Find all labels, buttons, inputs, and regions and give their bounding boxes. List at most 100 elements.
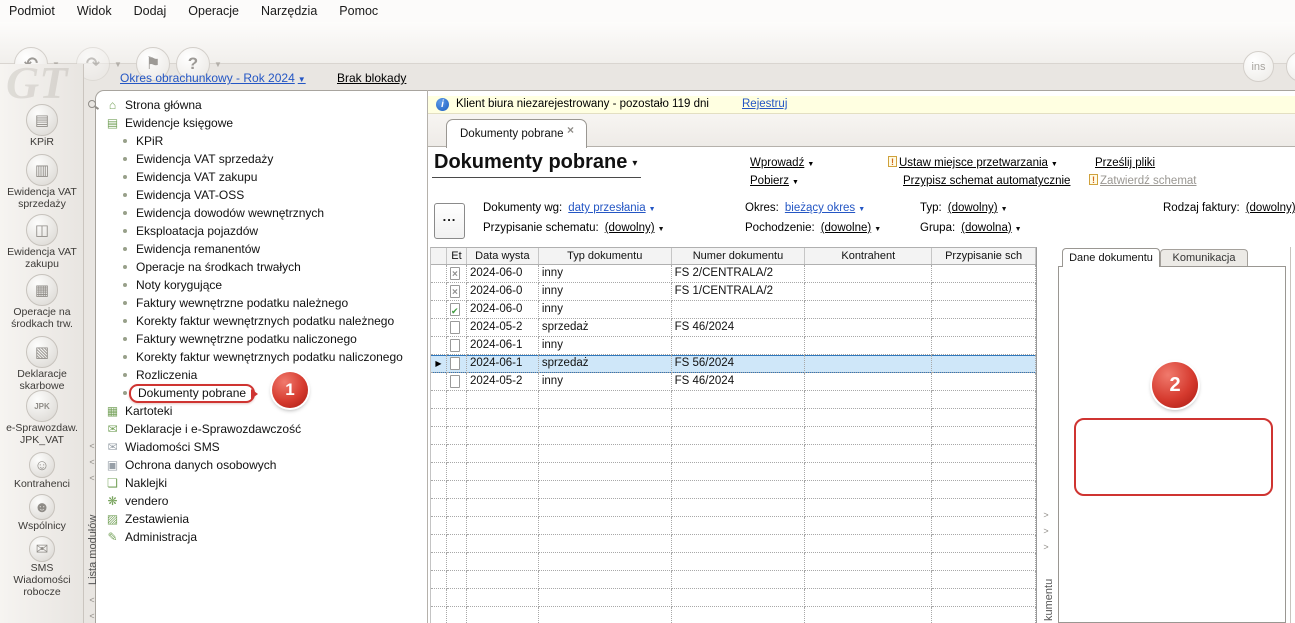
forward-dropdown-caret-icon[interactable]: ▼ — [114, 60, 122, 69]
table-row[interactable]: 2024-05-2innyFS 46/2024 — [431, 373, 1036, 391]
tree-item-7[interactable]: Eksploatacja pojazdów — [100, 222, 426, 240]
menu-item-5[interactable]: Pomoc — [339, 4, 378, 18]
tree-item-1[interactable]: ▤Ewidencje księgowe — [100, 114, 426, 132]
menu-item-0[interactable]: Podmiot — [9, 4, 55, 18]
collapse-left-icon[interactable]: < — [86, 473, 98, 483]
tree-item-24[interactable]: ✎Administracja — [100, 528, 426, 546]
tree-item-22[interactable]: ❋vendero — [100, 492, 426, 510]
filter-value-link[interactable]: (dowolne) — [821, 222, 872, 234]
expand-preview-icon[interactable]: > — [1040, 542, 1052, 552]
empty-cell — [805, 553, 932, 571]
tree-item-10[interactable]: Noty korygujące — [100, 276, 426, 294]
tab-close-icon[interactable]: × — [567, 123, 574, 137]
more-options-button[interactable]: ... — [434, 203, 465, 239]
przypisz-schemat-link[interactable]: Przypisz schemat automatycznie — [903, 175, 1070, 187]
expand-preview-icon[interactable]: > — [1040, 510, 1052, 520]
table-row[interactable]: 2024-05-2sprzedażFS 46/2024 — [431, 319, 1036, 337]
filter-value-link[interactable]: (dowolna) — [961, 222, 1012, 234]
collapse-left-icon[interactable]: < — [86, 457, 98, 467]
annotation-red-outline — [1074, 418, 1273, 496]
deleted-document-icon — [450, 285, 460, 298]
menu-bar: Podmiot Widok Dodaj Operacje Narzędzia Pomoc — [0, 0, 1295, 22]
tree-item-23[interactable]: ▨Zestawienia — [100, 510, 426, 528]
deleted-document-icon — [450, 267, 460, 280]
module-item-3[interactable]: ▦Operacje naśrodkach trw. — [0, 274, 84, 330]
notice-bar: i Klient biura niezarejestrowany - pozos… — [428, 96, 1295, 114]
module-item-6[interactable]: ☺Kontrahenci — [0, 452, 84, 490]
menu-item-3[interactable]: Operacje — [188, 4, 239, 18]
table-row[interactable]: 2024-06-0innyFS 2/CENTRALA/2 — [431, 265, 1036, 283]
tree-item-2[interactable]: KPiR — [100, 132, 426, 150]
help-dropdown-caret-icon[interactable]: ▼ — [214, 60, 222, 69]
tree-item-17[interactable]: ▦Kartoteki — [100, 402, 426, 420]
empty-table-row — [431, 463, 1036, 481]
tree-item-8[interactable]: Ewidencja remanentów — [100, 240, 426, 258]
tree-item-16[interactable]: Dokumenty pobrane — [100, 384, 426, 402]
accounting-period-link[interactable]: Okres obrachunkowy - Rok 2024▼ — [120, 71, 306, 85]
module-item-label: środkach trw. — [0, 318, 84, 330]
filter-value-link[interactable]: (dowolny) — [948, 202, 998, 214]
column-header-5[interactable]: Kontrahent — [805, 248, 932, 264]
column-header-3[interactable]: Typ dokumentu — [539, 248, 672, 264]
insert-logo-icon: ins — [1243, 51, 1274, 82]
tree-item-5[interactable]: Ewidencja VAT-OSS — [100, 186, 426, 204]
filter-value-link[interactable]: daty przesłania — [568, 202, 645, 214]
column-header-4[interactable]: Numer dokumentu — [672, 248, 806, 264]
column-header-0[interactable] — [431, 248, 447, 264]
tab-dokumenty-pobrane[interactable]: Dokumenty pobrane × — [446, 119, 587, 148]
module-item-7[interactable]: ☻Wspólnicy — [0, 494, 84, 532]
przeslij-pliki-link[interactable]: Prześlij pliki — [1095, 157, 1155, 169]
filter-value-link[interactable]: (dowolny) — [605, 222, 655, 234]
expand-preview-icon[interactable]: > — [1040, 526, 1052, 536]
collapse-left-icon[interactable]: < — [86, 441, 98, 451]
collapse-left-icon[interactable]: < — [86, 611, 98, 621]
menu-item-1[interactable]: Widok — [77, 4, 112, 18]
tree-item-14[interactable]: Korekty faktur wewnętrznych podatku nali… — [100, 348, 426, 366]
tree-item-4[interactable]: Ewidencja VAT zakupu — [100, 168, 426, 186]
table-row[interactable]: ▶2024-06-1sprzedażFS 56/2024 — [431, 355, 1036, 373]
column-header-2[interactable]: Data wysta — [467, 248, 539, 264]
empty-cell — [431, 607, 447, 623]
ustaw-miejsce-link[interactable]: Ustaw miejsce przetwarzania▼ — [899, 157, 1058, 169]
tree-item-11[interactable]: Faktury wewnętrzne podatku należnego — [100, 294, 426, 312]
vat-sales-icon: ▥ — [26, 154, 58, 186]
tree-item-12[interactable]: Korekty faktur wewnętrznych podatku nale… — [100, 312, 426, 330]
module-item-0[interactable]: ▤KPiR — [0, 104, 84, 148]
filter-value-link[interactable]: bieżący okres — [785, 202, 855, 214]
tree-item-13[interactable]: Faktury wewnętrzne podatku naliczonego — [100, 330, 426, 348]
tab-dane-dokumentu[interactable]: Dane dokumentu — [1062, 248, 1160, 267]
table-row[interactable]: 2024-06-1inny — [431, 337, 1036, 355]
module-item-5[interactable]: JPKe-Sprawozdaw.JPK_VAT — [0, 390, 84, 446]
module-item-8[interactable]: ✉SMSWiadomościrobocze — [0, 536, 84, 598]
module-item-1[interactable]: ▥Ewidencja VATsprzedaży — [0, 154, 84, 210]
tree-item-21[interactable]: ❏Naklejki — [100, 474, 426, 492]
pobierz-link[interactable]: Pobierz▼ — [750, 175, 799, 187]
module-item-4[interactable]: ▧Deklaracjeskarbowe — [0, 336, 84, 392]
tab-komunikacja[interactable]: Komunikacja — [1160, 249, 1248, 267]
filter-value-link[interactable]: (dowolny) — [1246, 202, 1295, 214]
tree-item-20[interactable]: ▣Ochrona danych osobowych — [100, 456, 426, 474]
tree-item-18[interactable]: ✉Deklaracje i e-Sprawozdawczość — [100, 420, 426, 438]
search-tree-icon[interactable] — [88, 100, 96, 108]
tree-item-9[interactable]: Operacje na środkach trwałych — [100, 258, 426, 276]
collapse-left-icon[interactable]: < — [86, 595, 98, 605]
page-title[interactable]: Dokumenty pobrane▾ — [432, 151, 641, 178]
lock-status-link[interactable]: Brak blokady — [337, 71, 406, 85]
column-header-6[interactable]: Przypisanie sch — [932, 248, 1036, 264]
tree-item-3[interactable]: Ewidencja VAT sprzedaży — [100, 150, 426, 168]
wprowadz-link[interactable]: Wprowadź▼ — [750, 157, 814, 169]
row-indicator-cell — [431, 283, 447, 301]
tree-item-6[interactable]: Ewidencja dowodów wewnętrznych — [100, 204, 426, 222]
menu-item-4[interactable]: Narzędzia — [261, 4, 317, 18]
table-cell — [932, 301, 1036, 319]
column-header-1[interactable]: Et — [447, 248, 467, 264]
tree-item-0[interactable]: ⌂Strona główna — [100, 96, 426, 114]
tree-item-15[interactable]: Rozliczenia — [100, 366, 426, 384]
tree-item-19[interactable]: ✉Wiadomości SMS — [100, 438, 426, 456]
table-row[interactable]: 2024-06-0inny — [431, 301, 1036, 319]
module-item-2[interactable]: ◫Ewidencja VATzakupu — [0, 214, 84, 270]
table-row[interactable]: 2024-06-0innyFS 1/CENTRALA/2 — [431, 283, 1036, 301]
register-link[interactable]: Rejestruj — [742, 98, 787, 110]
menu-item-2[interactable]: Dodaj — [134, 4, 167, 18]
zatwierdz-schemat-link[interactable]: Zatwierdź schemat — [1100, 175, 1197, 187]
